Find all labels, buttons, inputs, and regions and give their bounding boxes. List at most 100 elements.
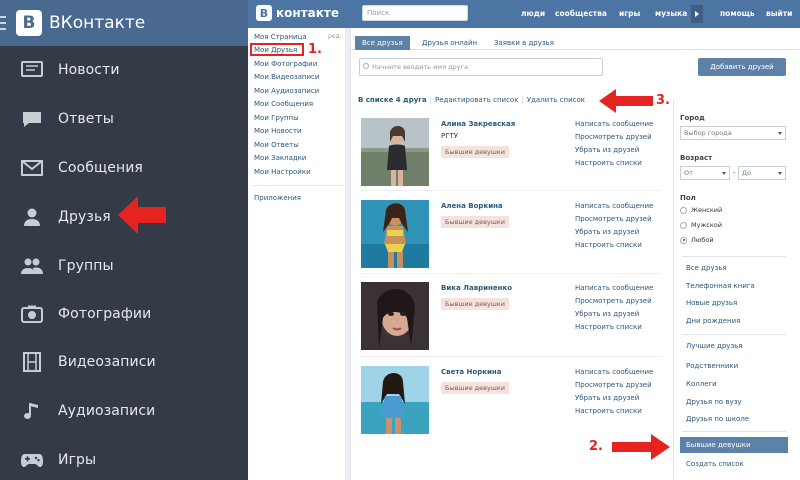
left-menu-item[interactable]: Мои Видеозаписи bbox=[254, 73, 319, 81]
friend-name[interactable]: Вика Лавриненко bbox=[441, 284, 512, 292]
menu-item-audio[interactable]: Аудиозаписи bbox=[0, 391, 248, 431]
play-icon[interactable] bbox=[691, 5, 703, 23]
list-link[interactable]: Друзья по вузу bbox=[686, 398, 742, 406]
list-link[interactable]: Новые друзья bbox=[686, 299, 737, 307]
menu-item-groups[interactable]: Группы bbox=[0, 246, 248, 286]
annotation-arrow-friends bbox=[118, 196, 166, 234]
age-to-select[interactable]: До bbox=[738, 166, 786, 180]
friend-search-input[interactable]: Начните вводить имя друга bbox=[359, 58, 603, 76]
friend-photo[interactable] bbox=[361, 366, 429, 434]
friend-university: РГТУ bbox=[441, 132, 459, 140]
annotation-arrow-selected-list bbox=[612, 434, 670, 460]
nav-music[interactable]: музыка bbox=[655, 9, 687, 18]
create-list-link[interactable]: Создать список bbox=[686, 460, 744, 468]
menu-item-label: Ответы bbox=[58, 111, 114, 127]
nav-communities[interactable]: сообщества bbox=[555, 9, 607, 18]
filter-divider bbox=[682, 256, 786, 257]
menu-item-label: Группы bbox=[58, 258, 114, 274]
friends-icon bbox=[20, 206, 44, 228]
friend-name[interactable]: Алина Закревская bbox=[441, 120, 515, 128]
menu-item-messages[interactable]: Сообщения bbox=[0, 148, 248, 188]
view-friends-link[interactable]: Просмотреть друзей bbox=[575, 133, 653, 146]
city-select-value: Выбор города bbox=[684, 129, 732, 137]
menu-item-news[interactable]: Новости bbox=[0, 50, 248, 90]
menu-burger-icon[interactable] bbox=[0, 0, 6, 46]
setup-lists-link[interactable]: Настроить списки bbox=[575, 407, 653, 420]
write-message-link[interactable]: Написать сообщение bbox=[575, 368, 653, 381]
radio-label: Любой bbox=[691, 236, 714, 244]
menu-item-photos[interactable]: Фотографии bbox=[0, 294, 248, 334]
nav-logout[interactable]: выйти bbox=[766, 9, 792, 18]
groups-icon bbox=[20, 255, 44, 277]
tab-friends-online[interactable]: Друзья онлайн bbox=[415, 36, 484, 50]
delete-list-link[interactable]: Удалить список bbox=[527, 96, 585, 104]
list-link[interactable]: Родственники bbox=[686, 362, 738, 370]
list-link[interactable]: Коллеги bbox=[686, 380, 717, 388]
left-menu-item[interactable]: Мои Группы bbox=[254, 114, 299, 122]
remove-friend-link[interactable]: Убрать из друзей bbox=[575, 394, 653, 407]
edit-list-link[interactable]: Редактировать список bbox=[435, 96, 518, 104]
list-link[interactable]: Друзья по школе bbox=[686, 415, 749, 423]
left-menu-item[interactable]: Мои Ответы bbox=[254, 141, 299, 149]
list-link[interactable]: Лучшие друзья bbox=[686, 342, 743, 350]
remove-friend-link[interactable]: Убрать из друзей bbox=[575, 310, 653, 323]
friend-photo[interactable] bbox=[361, 282, 429, 350]
setup-lists-link[interactable]: Настроить списки bbox=[575, 241, 653, 254]
menu-divider bbox=[253, 185, 343, 186]
city-label: Город bbox=[680, 114, 705, 122]
write-message-link[interactable]: Написать сообщение bbox=[575, 120, 653, 133]
left-menu-item[interactable]: Мои Фотографии bbox=[254, 60, 317, 68]
sex-radio-female[interactable]: Женский bbox=[680, 206, 722, 214]
list-link-selected[interactable]: Бывшие девушки bbox=[680, 437, 788, 453]
menu-item-label: Фотографии bbox=[58, 306, 152, 322]
annotation-number-3: 3. bbox=[656, 93, 670, 108]
friend-list-tag[interactable]: Бывшие девушки bbox=[441, 298, 509, 310]
remove-friend-link[interactable]: Убрать из друзей bbox=[575, 228, 653, 241]
left-menu-item[interactable]: Мои Аудиозаписи bbox=[254, 87, 319, 95]
menu-item-label: Новости bbox=[58, 62, 120, 78]
nav-help[interactable]: помощь bbox=[720, 9, 755, 18]
write-message-link[interactable]: Написать сообщение bbox=[575, 284, 653, 297]
left-menu-item[interactable]: Мои Новости bbox=[254, 127, 302, 135]
friend-photo[interactable] bbox=[361, 200, 429, 268]
list-link[interactable]: Телефонная книга bbox=[686, 282, 755, 290]
write-message-link[interactable]: Написать сообщение bbox=[575, 202, 653, 215]
view-friends-link[interactable]: Просмотреть друзей bbox=[575, 215, 653, 228]
add-friends-button[interactable]: Добавить друзей bbox=[698, 58, 786, 76]
age-from-select[interactable]: От bbox=[680, 166, 730, 180]
friend-list-tag[interactable]: Бывшие девушки bbox=[441, 382, 509, 394]
friend-name[interactable]: Алена Воркина bbox=[441, 202, 503, 210]
friend-name[interactable]: Света Норкина bbox=[441, 368, 501, 376]
sex-radio-male[interactable]: Мужской bbox=[680, 221, 722, 229]
sex-radio-any[interactable]: Любой bbox=[680, 236, 714, 244]
radio-selected-icon bbox=[680, 236, 687, 244]
left-menu-item-apps[interactable]: Приложения bbox=[254, 194, 301, 202]
menu-item-games[interactable]: Игры bbox=[0, 440, 248, 480]
tab-all-friends[interactable]: Все друзья bbox=[355, 36, 410, 50]
tab-friend-requests[interactable]: Заявки в друзья bbox=[487, 36, 561, 50]
friend-list-tag[interactable]: Бывшие девушки bbox=[441, 216, 509, 228]
list-link[interactable]: Все друзья bbox=[686, 264, 727, 272]
setup-lists-link[interactable]: Настроить списки bbox=[575, 159, 653, 172]
nav-games[interactable]: игры bbox=[619, 9, 640, 18]
left-menu-item[interactable]: Моя Страница bbox=[254, 33, 307, 41]
nav-people[interactable]: люди bbox=[521, 9, 545, 18]
view-friends-link[interactable]: Просмотреть друзей bbox=[575, 381, 653, 394]
view-friends-link[interactable]: Просмотреть друзей bbox=[575, 297, 653, 310]
vk-logo-icon: B bbox=[16, 10, 42, 36]
city-select[interactable]: Выбор города bbox=[680, 126, 786, 140]
menu-item-answers[interactable]: Ответы bbox=[0, 99, 248, 139]
friend-photo[interactable] bbox=[361, 118, 429, 186]
edit-menu-link[interactable]: ред. bbox=[328, 33, 342, 40]
remove-friend-link[interactable]: Убрать из друзей bbox=[575, 146, 653, 159]
list-link[interactable]: Дни рождения bbox=[686, 317, 740, 325]
left-menu-item[interactable]: Мои Настройки bbox=[254, 168, 311, 176]
menu-item-video[interactable]: Видеозаписи bbox=[0, 342, 248, 382]
annotation-highlight-box bbox=[250, 43, 304, 56]
filter-divider bbox=[682, 334, 786, 335]
filter-divider bbox=[682, 431, 786, 432]
setup-lists-link[interactable]: Настроить списки bbox=[575, 323, 653, 336]
left-menu-item[interactable]: Мои Сообщения bbox=[254, 100, 313, 108]
friend-list-tag[interactable]: Бывшие девушки bbox=[441, 146, 509, 158]
left-menu-item[interactable]: Мои Закладки bbox=[254, 154, 306, 162]
